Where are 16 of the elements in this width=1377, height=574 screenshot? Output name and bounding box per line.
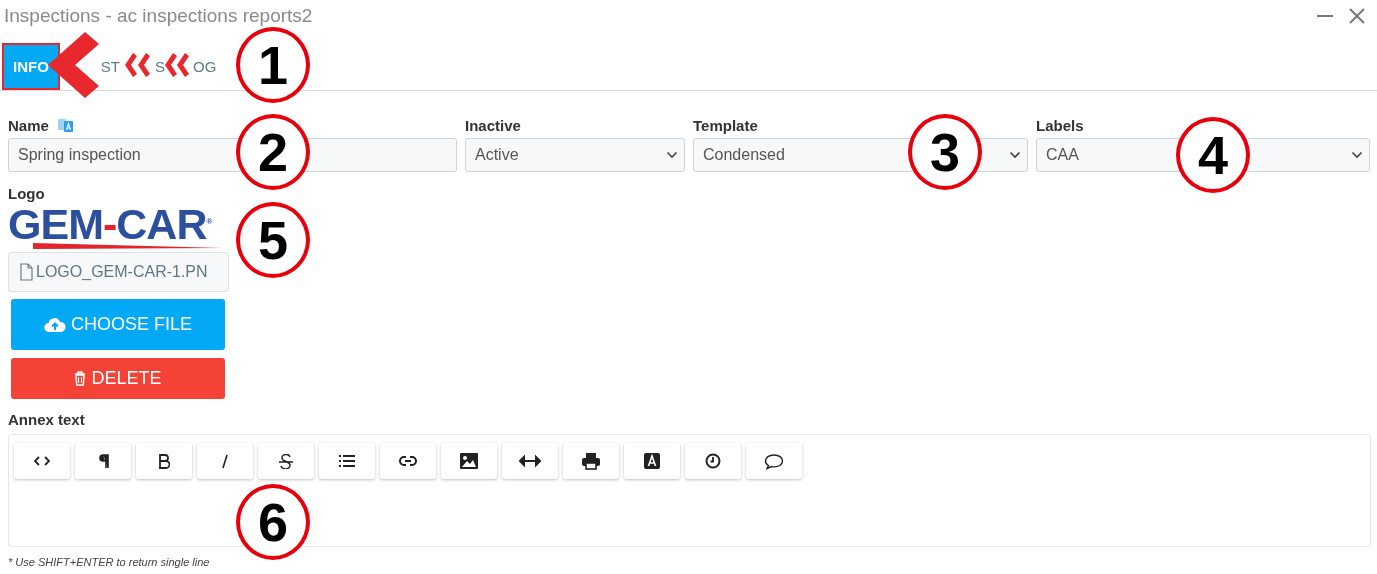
number-callout-overlay: 2 [236,114,310,190]
field-label: Template [693,116,758,134]
logo: GEM-CAR$^{®}$ [8,204,212,244]
number-callout-overlay: 6 [236,484,310,560]
field-label: Inactive [465,116,521,134]
number-callout-overlay: 3 [908,114,982,190]
field-label: Labels [1036,116,1084,134]
window-title: Inspections - ac inspections reports2 [4,5,313,27]
field-label: Annex text [8,411,86,430]
number-callout-overlay: 4 [1176,117,1250,193]
field-label: Logo [8,185,46,204]
file-name: LOGO_GEM-CAR-1.PN [36,263,208,281]
hint-text: * Use SHIFT+ENTER to return single line [8,556,211,568]
number-callout-overlay: 5 [236,202,310,278]
number-callout-overlay: 1 [236,27,310,103]
field-label: Name [8,116,49,134]
